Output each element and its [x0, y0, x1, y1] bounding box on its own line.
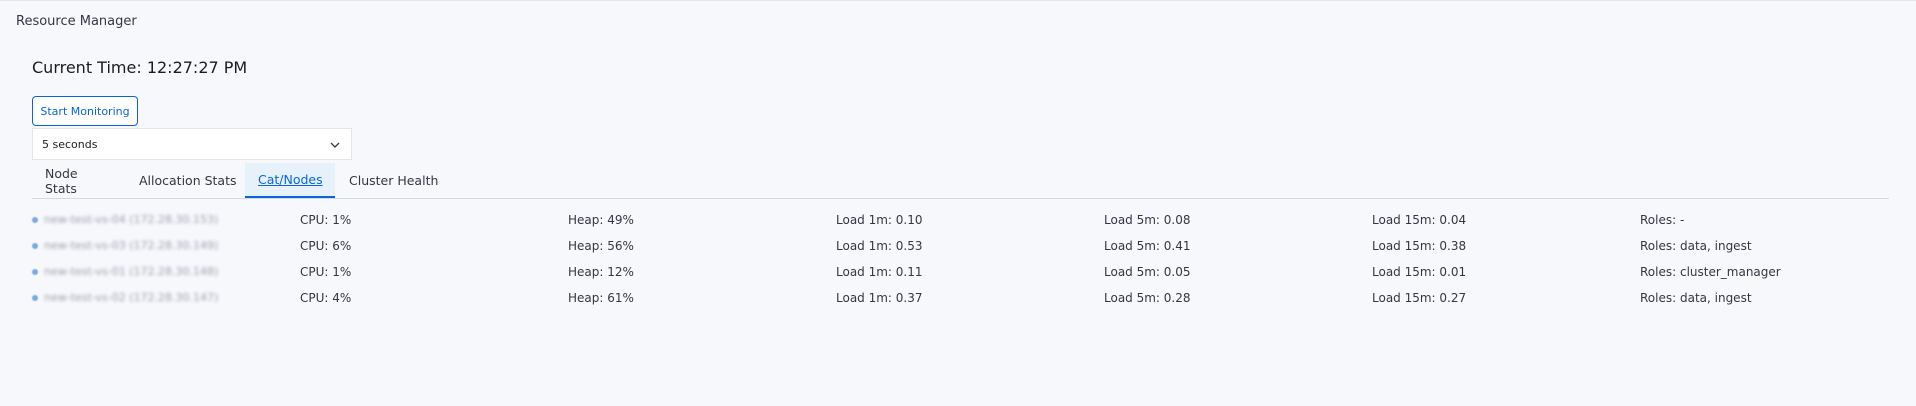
node-name-cell: new-test-vs-01 (172.28.30.148): [32, 265, 218, 278]
node-name: new-test-vs-03 (172.28.30.149): [44, 239, 219, 252]
interval-select[interactable]: 5 seconds: [32, 128, 352, 160]
status-dot-icon: [32, 242, 38, 249]
status-dot-icon: [32, 216, 38, 223]
interval-select-value: 5 seconds: [42, 137, 98, 151]
node-heap: Heap: 12%: [568, 265, 634, 279]
node-load-1m: Load 1m: 0.37: [836, 291, 923, 305]
node-name-cell: new-test-vs-02 (172.28.30.147): [32, 291, 218, 304]
node-heap: Heap: 61%: [568, 291, 634, 305]
node-load-5m: Load 5m: 0.05: [1104, 265, 1191, 279]
app-title: Resource Manager: [16, 14, 137, 29]
tab-cat-nodes[interactable]: Cat/Nodes: [245, 163, 335, 198]
node-name-cell: new-test-vs-04 (172.28.30.153): [32, 213, 218, 226]
node-name: new-test-vs-02 (172.28.30.147): [44, 291, 219, 304]
node-row: new-test-vs-03 (172.28.30.149) CPU: 6% H…: [32, 234, 1889, 260]
node-name-cell: new-test-vs-03 (172.28.30.149): [32, 239, 218, 252]
status-dot-icon: [32, 268, 38, 275]
start-monitoring-button[interactable]: Start Monitoring: [32, 96, 138, 126]
node-load-5m: Load 5m: 0.28: [1104, 291, 1191, 305]
node-load-15m: Load 15m: 0.27: [1372, 291, 1467, 305]
tab-cluster-health[interactable]: Cluster Health: [336, 163, 456, 198]
node-load-5m: Load 5m: 0.41: [1104, 239, 1191, 253]
top-divider: [0, 0, 1916, 1]
node-heap: Heap: 49%: [568, 213, 634, 227]
node-cpu: CPU: 1%: [300, 265, 352, 279]
node-load-1m: Load 1m: 0.11: [836, 265, 923, 279]
node-load-15m: Load 15m: 0.01: [1372, 265, 1467, 279]
node-load-5m: Load 5m: 0.08: [1104, 213, 1191, 227]
node-roles: Roles: data, ingest: [1640, 291, 1752, 305]
node-row: new-test-vs-02 (172.28.30.147) CPU: 4% H…: [32, 286, 1889, 312]
node-cpu: CPU: 4%: [300, 291, 352, 305]
node-roles: Roles: cluster_manager: [1640, 265, 1781, 279]
node-load-1m: Load 1m: 0.10: [836, 213, 923, 227]
node-roles: Roles: data, ingest: [1640, 239, 1752, 253]
tab-node-stats[interactable]: Node Stats: [32, 163, 126, 198]
node-cpu: CPU: 1%: [300, 213, 352, 227]
chevron-down-icon: [330, 142, 340, 148]
node-row: new-test-vs-01 (172.28.30.148) CPU: 1% H…: [32, 260, 1889, 286]
node-name: new-test-vs-01 (172.28.30.148): [44, 265, 219, 278]
node-cpu: CPU: 6%: [300, 239, 352, 253]
status-dot-icon: [32, 294, 38, 301]
node-roles: Roles: -: [1640, 213, 1685, 227]
current-time-label: Current Time: 12:27:27 PM: [32, 58, 248, 77]
node-list: new-test-vs-04 (172.28.30.153) CPU: 1% H…: [32, 208, 1889, 312]
tab-bar: Node Stats Allocation Stats Cat/Nodes Cl…: [32, 163, 1889, 199]
node-load-15m: Load 15m: 0.04: [1372, 213, 1467, 227]
node-row: new-test-vs-04 (172.28.30.153) CPU: 1% H…: [32, 208, 1889, 234]
node-load-1m: Load 1m: 0.53: [836, 239, 923, 253]
node-load-15m: Load 15m: 0.38: [1372, 239, 1467, 253]
node-name: new-test-vs-04 (172.28.30.153): [44, 213, 219, 226]
node-heap: Heap: 56%: [568, 239, 634, 253]
